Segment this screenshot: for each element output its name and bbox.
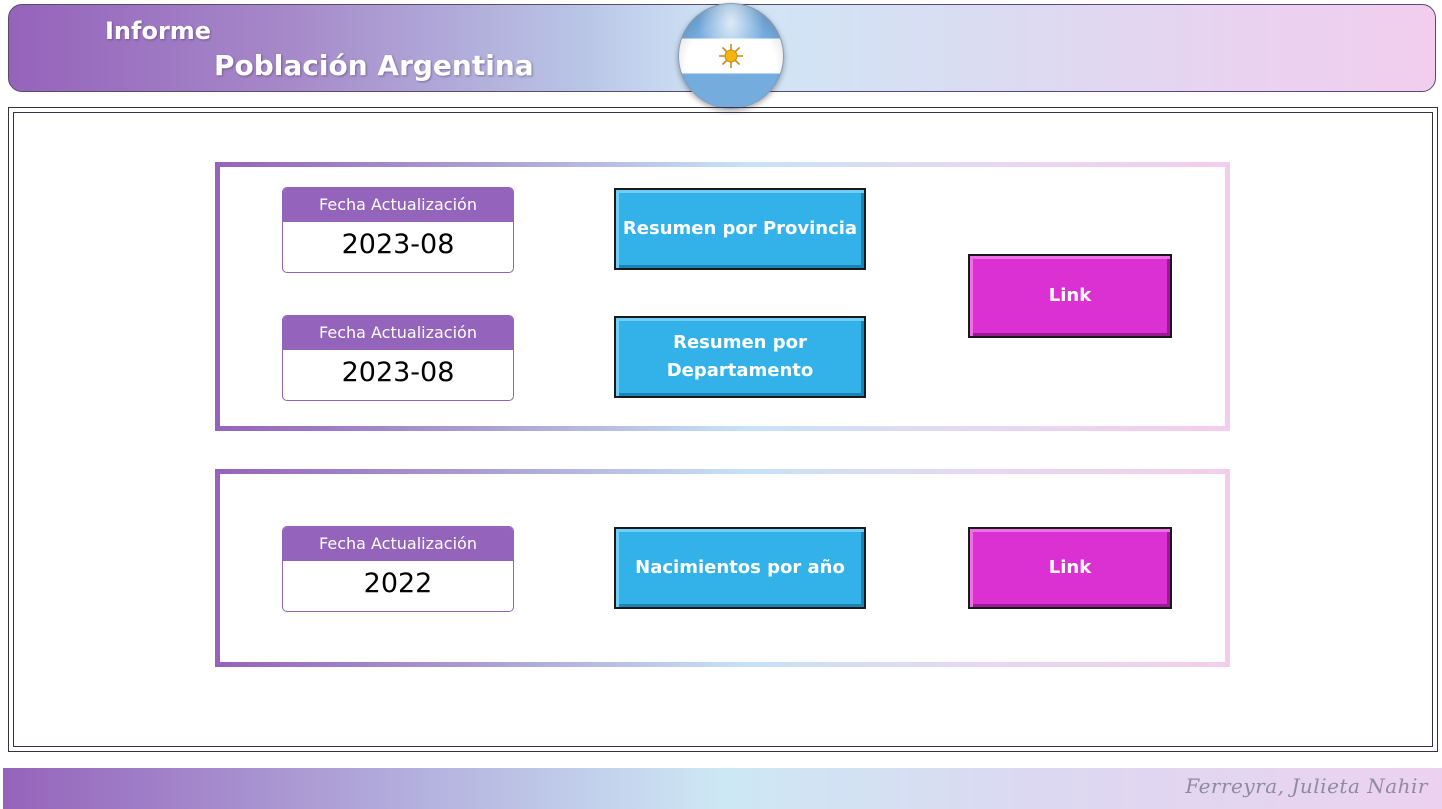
update-date-value: 2022 <box>363 568 433 599</box>
update-date-card-departamento: Fecha Actualización 2023-08 <box>282 315 514 401</box>
update-date-label: Fecha Actualización <box>283 527 513 561</box>
update-date-label: Fecha Actualización <box>283 188 513 222</box>
sun-of-may-icon <box>719 44 743 68</box>
resumen-provincia-button[interactable]: Resumen por Provincia <box>614 188 866 270</box>
header-banner: Informe Población Argentina <box>8 3 1436 109</box>
page-title: Población Argentina <box>214 49 534 82</box>
update-date-label: Fecha Actualización <box>283 316 513 350</box>
update-date-card-nacimientos: Fecha Actualización 2022 <box>282 526 514 612</box>
nacimientos-button[interactable]: Nacimientos por año <box>614 527 866 609</box>
update-date-value: 2023-08 <box>341 357 455 388</box>
census-link-button[interactable]: Link <box>968 254 1172 338</box>
footer-banner: Ferreyra, Julieta Nahir <box>3 768 1442 809</box>
resumen-departamento-button[interactable]: Resumen por Departamento <box>614 316 866 398</box>
update-date-card-provincia: Fecha Actualización 2023-08 <box>282 187 514 273</box>
argentina-flag-icon <box>678 3 784 109</box>
header-subtitle: Informe <box>105 17 212 45</box>
author-signature: Ferreyra, Julieta Nahir <box>1185 774 1428 798</box>
update-date-value: 2023-08 <box>341 229 455 260</box>
births-link-button[interactable]: Link <box>968 527 1172 609</box>
